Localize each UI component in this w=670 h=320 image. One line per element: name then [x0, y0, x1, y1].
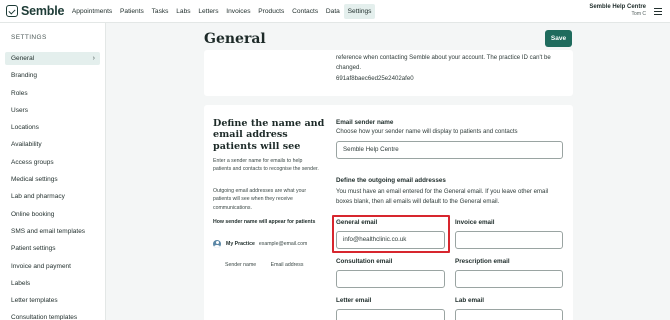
lab-email-input[interactable]	[455, 309, 563, 320]
avatar-icon	[213, 240, 221, 248]
main-nav: Appointments Patients Tasks Labs Letters Invo…	[68, 0, 376, 23]
consultation-email-input[interactable]	[336, 270, 445, 288]
top-navigation-bar: Semble Appointments Patients Tasks Labs Lett…	[0, 0, 670, 23]
chevron-right-icon: ›	[92, 55, 95, 62]
invoice-email-label: Invoice email	[455, 219, 495, 226]
prescription-email-input[interactable]	[455, 270, 563, 288]
practice-id-value: 691af8baec6ed25e2402afe0	[336, 75, 414, 82]
save-button[interactable]: Save	[545, 30, 572, 47]
example-sender-name: My Practice	[226, 241, 255, 247]
legend-sender-name: Sender name	[225, 262, 257, 268]
general-email-highlight	[332, 215, 450, 253]
prescription-email-label: Prescription email	[455, 258, 510, 265]
nav-item-invoices[interactable]: Invoices	[222, 4, 254, 19]
sidebar-item-availability[interactable]: Availability	[5, 138, 100, 151]
letter-email-label: Letter email	[336, 297, 372, 304]
section-description-sender: Enter a sender name for emails to help p…	[213, 158, 319, 173]
semble-logo-icon	[6, 5, 18, 17]
how-sender-appears-title: How sender name will appear for patients	[213, 219, 316, 225]
sidebar-item-general[interactable]: General ›	[5, 52, 100, 65]
sidebar-item-label: Patient settings	[11, 245, 56, 253]
sidebar-list: General › Branding Roles Users Locations Avail…	[5, 52, 100, 320]
sidebar-item-access-groups[interactable]: Access groups	[5, 156, 100, 169]
hamburger-menu-icon[interactable]	[654, 8, 662, 15]
semble-logo[interactable]: Semble	[6, 4, 68, 18]
section-description-addresses: Outgoing email addresses are what your p…	[213, 188, 307, 211]
practice-id-card: reference when contacting Semble about y…	[204, 50, 573, 96]
sidebar-item-letter-templates[interactable]: Letter templates	[5, 294, 100, 307]
sidebar-item-label: Branding	[11, 72, 38, 80]
consultation-email-label: Consultation email	[336, 258, 393, 265]
sender-name-label: Email sender name	[336, 119, 394, 126]
sidebar-item-label: Lab and pharmacy	[11, 193, 65, 201]
nav-item-labs[interactable]: Labs	[172, 4, 194, 19]
sidebar-item-label: Availability	[11, 141, 42, 149]
sidebar-item-label: Labels	[11, 279, 31, 287]
account-info[interactable]: Semble Help Centre Tom C	[589, 3, 646, 18]
section-title: Define the name and email address patien…	[213, 118, 325, 152]
sidebar-item-label: Consultation templates	[11, 314, 78, 320]
sidebar-heading: SETTINGS	[11, 34, 47, 41]
nav-item-patients[interactable]: Patients	[116, 4, 148, 19]
example-sender-email: example@email.com	[258, 241, 308, 247]
nav-item-settings[interactable]: Settings	[343, 3, 376, 19]
nav-item-letters[interactable]: Letters	[194, 4, 222, 19]
legend-email-address: Email address	[270, 262, 304, 268]
sidebar-item-patient-settings[interactable]: Patient settings	[5, 242, 100, 255]
outgoing-emails-title: Define the outgoing email addresses	[336, 177, 446, 184]
sidebar-item-medical-settings[interactable]: Medical settings	[5, 173, 100, 186]
sidebar-item-invoice-and-payment[interactable]: Invoice and payment	[5, 260, 100, 273]
example-legend: Sender name Email address	[225, 262, 303, 268]
nav-item-data[interactable]: Data	[322, 4, 344, 19]
logo-text: Semble	[21, 4, 65, 18]
settings-sidebar: SETTINGS General › Branding Roles Users Locat…	[0, 23, 106, 320]
sender-example: My Practice example@email.com	[213, 239, 323, 249]
sender-name-input[interactable]: Semble Help Centre	[336, 141, 563, 159]
sidebar-item-lab-and-pharmacy[interactable]: Lab and pharmacy	[5, 190, 100, 203]
sender-name-hint: Choose how your sender name will display…	[336, 128, 518, 135]
email-settings-card: Define the name and email address patien…	[204, 105, 573, 320]
outgoing-emails-hint: You must have an email entered for the G…	[336, 188, 549, 205]
sidebar-item-sms-and-email-templates[interactable]: SMS and email templates	[5, 225, 100, 238]
sidebar-item-consultation-templates[interactable]: Consultation templates	[5, 311, 100, 320]
nav-item-tasks[interactable]: Tasks	[148, 4, 173, 19]
account-name: Semble Help Centre	[589, 4, 646, 10]
sidebar-item-locations[interactable]: Locations	[5, 121, 100, 134]
letter-email-input[interactable]	[336, 309, 445, 320]
sidebar-item-label: SMS and email templates	[11, 227, 86, 235]
nav-item-products[interactable]: Products	[254, 4, 288, 19]
sidebar-item-label: Invoice and payment	[11, 262, 71, 270]
invoice-email-input[interactable]	[455, 231, 563, 249]
sidebar-item-labels[interactable]: Labels	[5, 277, 100, 290]
sidebar-item-label: Medical settings	[11, 176, 58, 184]
practice-id-description: reference when contacting Semble about y…	[336, 54, 551, 71]
nav-item-appointments[interactable]: Appointments	[68, 4, 116, 19]
sidebar-item-users[interactable]: Users	[5, 104, 100, 117]
sidebar-item-label: General	[11, 55, 35, 62]
sidebar-item-branding[interactable]: Branding	[5, 69, 100, 82]
nav-item-contacts[interactable]: Contacts	[288, 4, 322, 19]
lab-email-label: Lab email	[455, 297, 485, 304]
account-user: Tom C	[631, 11, 646, 17]
sidebar-item-label: Letter templates	[11, 297, 58, 305]
sidebar-item-online-booking[interactable]: Online booking	[5, 208, 100, 221]
sidebar-item-label: Roles	[11, 89, 28, 97]
sidebar-item-label: Online booking	[11, 210, 55, 218]
sidebar-item-label: Locations	[11, 124, 39, 132]
sidebar-item-roles[interactable]: Roles	[5, 87, 100, 100]
page-title: General	[204, 31, 266, 47]
sidebar-item-label: Users	[11, 106, 28, 114]
sidebar-item-label: Access groups	[11, 158, 54, 166]
